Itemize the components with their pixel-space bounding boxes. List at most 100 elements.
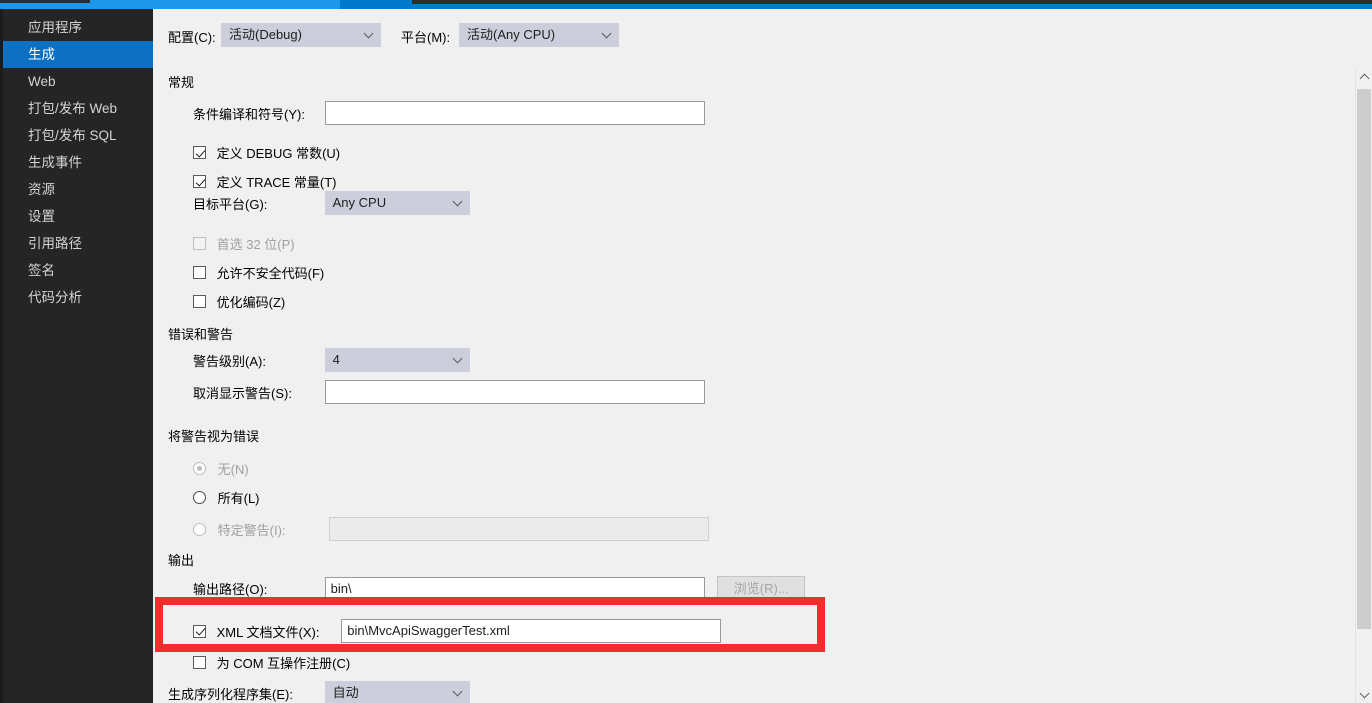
treat-warnings-specific-radio	[193, 522, 206, 536]
sidebar-item-package-publish-web[interactable]: 打包/发布 Web	[3, 95, 153, 122]
section-header-output: 输出	[168, 550, 813, 569]
treat-warnings-none-row: 无(N)	[193, 459, 249, 478]
xml-documentation-input[interactable]: bin\MvcApiSwaggerTest.xml	[341, 619, 722, 643]
configuration-label: 配置(C):	[168, 30, 216, 45]
sidebar-item-package-publish-sql[interactable]: 打包/发布 SQL	[3, 122, 153, 149]
warning-level-label: 警告级别(A):	[193, 353, 266, 369]
com-interop-label: 为 COM 互操作注册(C)	[216, 656, 351, 671]
define-trace-row[interactable]: 定义 TRACE 常量(T)	[193, 172, 337, 191]
sidebar-item-label: 打包/发布 SQL	[28, 128, 117, 143]
sidebar-item-label: 生成事件	[28, 155, 82, 170]
serialization-assembly-label: 生成序列化程序集(E):	[168, 686, 293, 702]
configuration-row: 配置(C): 活动(Debug) 平台(M): 活动(Any CPU)	[153, 23, 1372, 51]
treat-warnings-all-radio[interactable]	[193, 491, 206, 504]
com-interop-checkbox[interactable]	[193, 656, 206, 669]
define-trace-checkbox[interactable]	[193, 175, 206, 188]
tab-strip-shadow-right	[412, 0, 1372, 4]
allow-unsafe-label: 允许不安全代码(F)	[216, 266, 325, 281]
chevron-down-icon	[453, 201, 462, 206]
xml-documentation-label: XML 文档文件(X):	[216, 624, 320, 640]
platform-label: 平台(M):	[401, 30, 451, 45]
optimize-code-row[interactable]: 优化编码(Z)	[193, 292, 285, 311]
scrollbar-thumb[interactable]	[1357, 89, 1371, 629]
scroll-down-button[interactable]	[1356, 686, 1372, 703]
platform-select[interactable]: 活动(Any CPU)	[459, 23, 619, 47]
output-path-input[interactable]: bin\	[324, 576, 705, 601]
chevron-down-icon	[453, 358, 462, 363]
document-tab-strip	[0, 0, 1372, 9]
target-platform-select[interactable]: Any CPU	[324, 191, 470, 215]
treat-warnings-all-row[interactable]: 所有(L)	[193, 488, 260, 507]
section-divider	[168, 80, 813, 81]
sidebar-item-code-analysis[interactable]: 代码分析	[3, 284, 153, 311]
allow-unsafe-row[interactable]: 允许不安全代码(F)	[193, 263, 324, 282]
sidebar-item-application[interactable]: 应用程序	[3, 14, 153, 41]
define-trace-label: 定义 TRACE 常量(T)	[216, 175, 337, 190]
treat-warnings-none-radio	[193, 462, 206, 475]
conditional-symbols-label: 条件编译和符号(Y):	[193, 106, 305, 122]
warning-level-row: 警告级别(A): 4	[193, 348, 470, 372]
sidebar-item-label: 应用程序	[28, 20, 82, 35]
section-header-treat-warnings: 将警告视为错误	[168, 426, 813, 445]
serialization-assembly-select[interactable]: 自动	[324, 681, 470, 703]
define-debug-checkbox[interactable]	[193, 146, 206, 159]
section-divider	[168, 332, 813, 333]
suppress-warnings-label: 取消显示警告(S):	[193, 385, 292, 401]
xml-documentation-row: XML 文档文件(X): bin\MvcApiSwaggerTest.xml	[193, 619, 722, 643]
configuration-select[interactable]: 活动(Debug)	[221, 23, 381, 47]
scroll-up-button[interactable]	[1356, 69, 1372, 86]
sidebar-item-web[interactable]: Web	[3, 68, 153, 95]
platform-select-value: 活动(Any CPU)	[467, 27, 556, 42]
sidebar-item-label: 设置	[28, 209, 55, 224]
suppress-warnings-input[interactable]	[324, 380, 705, 404]
treat-warnings-specific-input	[329, 517, 710, 541]
chevron-down-icon	[1359, 688, 1369, 699]
output-path-label: 输出路径(O):	[193, 582, 268, 597]
browse-output-path-button: 浏览(R)...	[717, 576, 806, 601]
optimize-code-label: 优化编码(Z)	[216, 295, 286, 310]
treat-warnings-specific-row: 特定警告(I):	[193, 517, 710, 541]
target-platform-row: 目标平台(G): Any CPU	[193, 191, 470, 215]
prefer-32bit-checkbox	[193, 237, 206, 250]
section-label: 错误和警告	[168, 324, 242, 343]
section-label: 常规	[168, 72, 203, 91]
chevron-down-icon	[602, 33, 611, 38]
properties-category-sidebar: 应用程序 生成 Web 打包/发布 Web 打包/发布 SQL 生成事件 资源 …	[0, 9, 179, 703]
sidebar-item-reference-paths[interactable]: 引用路径	[3, 230, 153, 257]
define-debug-row[interactable]: 定义 DEBUG 常数(U)	[193, 143, 340, 162]
com-interop-row[interactable]: 为 COM 互操作注册(C)	[193, 653, 350, 672]
define-debug-label: 定义 DEBUG 常数(U)	[216, 146, 341, 161]
chevron-down-icon	[453, 691, 462, 696]
section-header-errors-warnings: 错误和警告	[168, 324, 813, 343]
conditional-symbols-input[interactable]	[324, 101, 705, 125]
allow-unsafe-checkbox[interactable]	[193, 266, 206, 279]
suppress-warnings-row: 取消显示警告(S):	[193, 380, 705, 404]
section-divider	[168, 558, 813, 559]
prefer-32bit-row: 首选 32 位(P)	[193, 234, 295, 253]
sidebar-item-label: 生成	[28, 47, 55, 62]
sidebar-item-signing[interactable]: 签名	[3, 257, 153, 284]
sidebar-item-settings[interactable]: 设置	[3, 203, 153, 230]
chevron-up-icon	[1359, 73, 1369, 84]
sidebar-item-label: 签名	[28, 263, 55, 278]
treat-warnings-none-label: 无(N)	[217, 462, 249, 477]
section-label: 将警告视为错误	[168, 426, 268, 445]
warning-level-select[interactable]: 4	[324, 348, 470, 372]
sidebar-item-resources[interactable]: 资源	[3, 176, 153, 203]
section-label: 输出	[168, 550, 203, 569]
serialization-assembly-row: 生成序列化程序集(E): 自动	[168, 681, 470, 703]
optimize-code-checkbox[interactable]	[193, 295, 206, 308]
sidebar-item-build[interactable]: 生成	[3, 41, 179, 68]
sidebar-item-label: 引用路径	[28, 236, 82, 251]
configuration-select-value: 活动(Debug)	[229, 27, 302, 42]
xml-documentation-checkbox[interactable]	[193, 624, 206, 638]
target-platform-select-value: Any CPU	[332, 195, 387, 210]
sidebar-item-label: Web	[28, 74, 56, 89]
target-platform-label: 目标平台(G):	[193, 196, 268, 212]
serialization-assembly-select-value: 自动	[332, 685, 359, 700]
chevron-down-icon	[364, 33, 373, 38]
vertical-scrollbar[interactable]	[1355, 69, 1372, 703]
conditional-symbols-row: 条件编译和符号(Y):	[193, 101, 705, 125]
sidebar-item-build-events[interactable]: 生成事件	[3, 149, 153, 176]
build-properties-pane: 配置(C): 活动(Debug) 平台(M): 活动(Any CPU) 常规 条…	[153, 9, 1372, 703]
